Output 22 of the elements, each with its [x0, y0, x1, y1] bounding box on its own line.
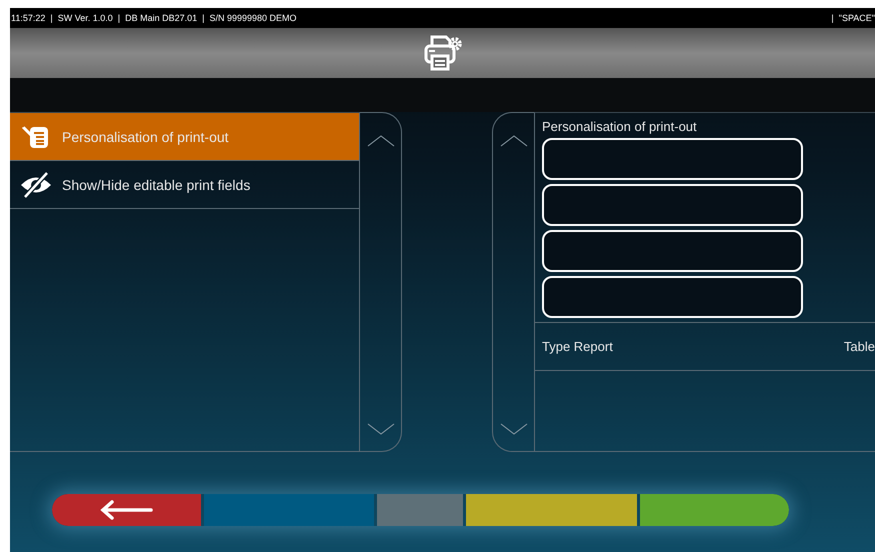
status-text: | "SPACE"	[831, 13, 875, 23]
up-chevron-icon[interactable]	[366, 135, 394, 147]
hidden-eye-icon	[19, 172, 53, 198]
document-edit-icon	[21, 124, 51, 150]
setting-label: Type Report	[542, 339, 613, 354]
input-field[interactable]	[542, 276, 803, 318]
back-arrow-icon	[99, 500, 153, 520]
back-button[interactable]	[52, 494, 200, 526]
input-field[interactable]	[542, 138, 803, 180]
scroll-column[interactable]	[360, 112, 402, 452]
down-chevron-icon[interactable]	[366, 423, 394, 435]
printer-settings-icon	[422, 34, 462, 72]
input-field[interactable]	[542, 230, 803, 272]
toolbar-button[interactable]	[640, 494, 788, 526]
section-title: Personalisation of print-out	[542, 119, 698, 134]
input-field[interactable]	[542, 184, 803, 226]
menu-item[interactable]: Show/Hide editable print fields	[10, 161, 359, 209]
scroll-column[interactable]	[492, 112, 534, 452]
down-chevron-icon[interactable]	[500, 423, 528, 435]
setting-value[interactable]: Table	[844, 339, 875, 354]
status-text: 11:57:22 | SW Ver. 1.0.0 | DB Main DB27.01 | S/N 99999980 DEMO	[11, 13, 296, 23]
up-chevron-icon[interactable]	[500, 135, 528, 147]
